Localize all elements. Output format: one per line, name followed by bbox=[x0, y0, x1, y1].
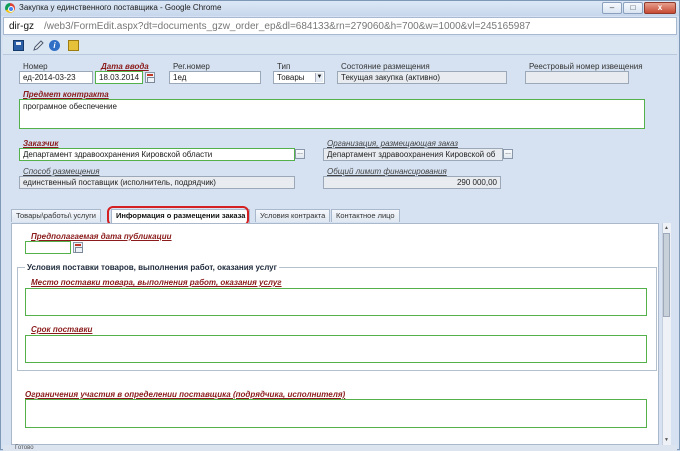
tab-tovary[interactable]: Товары\работы\ услуги bbox=[11, 209, 101, 222]
data-vvoda-label: Дата ввода bbox=[101, 62, 149, 71]
window-title: Закупка у единственного поставщика - Goo… bbox=[19, 3, 222, 12]
zakazchik-select-button[interactable]: ... bbox=[295, 149, 305, 159]
calendar-icon[interactable] bbox=[145, 72, 155, 83]
nomer-label: Номер bbox=[23, 62, 48, 71]
sposob-field: единственный поставщик (исполнитель, под… bbox=[19, 176, 295, 189]
reestr-label: Реестровый номер извещения bbox=[529, 62, 643, 71]
nomer-input[interactable]: ед-2014-03-23 bbox=[19, 71, 93, 84]
edit-icon[interactable] bbox=[33, 40, 44, 51]
tab-kontakt[interactable]: Контактное лицо bbox=[331, 209, 400, 222]
url-domain: dir-gz bbox=[9, 21, 35, 32]
reestr-field bbox=[525, 71, 629, 84]
srok-label: Срок поставки bbox=[31, 325, 93, 334]
tip-label: Тип bbox=[277, 62, 291, 71]
close-button[interactable]: x bbox=[644, 2, 676, 14]
export-icon[interactable] bbox=[68, 40, 79, 51]
info-icon[interactable]: i bbox=[49, 40, 60, 51]
limit-field: 290 000,00 bbox=[323, 176, 501, 189]
predmet-label: Предмет контракта bbox=[23, 90, 109, 99]
save-icon[interactable] bbox=[13, 40, 24, 51]
zakazchik-input[interactable]: Департамент здравоохранения Кировской об… bbox=[19, 148, 295, 161]
scroll-down-icon[interactable]: ▼ bbox=[663, 436, 670, 444]
ogranicheniya-textarea[interactable] bbox=[25, 399, 647, 428]
title-bar: Закупка у единственного поставщика - Goo… bbox=[1, 1, 679, 16]
sposob-label: Способ размещения bbox=[23, 167, 100, 176]
reg-nomer-label: Рег.номер bbox=[173, 62, 210, 71]
calendar-icon[interactable] bbox=[73, 242, 83, 253]
fieldset-legend: Условия поставки товаров, выполнения раб… bbox=[25, 263, 279, 272]
limit-label: Общий лимит финансирования bbox=[327, 167, 447, 176]
scroll-thumb[interactable] bbox=[663, 233, 670, 317]
address-bar[interactable]: dir-gz /web3/FormEdit.aspx?dt=documents_… bbox=[3, 17, 677, 35]
tab-usloviya[interactable]: Условия контракта bbox=[255, 209, 331, 222]
data-vvoda-input[interactable]: 18.03.2014 bbox=[95, 71, 143, 84]
status-bar: Готово bbox=[3, 445, 677, 451]
minimize-button[interactable]: – bbox=[602, 2, 622, 14]
chevron-down-icon: ▼ bbox=[315, 73, 323, 82]
main-form: Номер Дата ввода Рег.номер Тип Состояние… bbox=[3, 56, 677, 212]
pub-date-label: Предполагаемая дата публикации bbox=[31, 232, 172, 241]
organizatsiya-label: Организация, размещающая заказ bbox=[327, 139, 458, 148]
maximize-button[interactable]: □ bbox=[623, 2, 643, 14]
mesto-textarea[interactable] bbox=[25, 288, 647, 316]
mesto-label: Место поставки товара, выполнения работ,… bbox=[31, 278, 282, 287]
form-toolbar: i bbox=[3, 37, 677, 55]
sostoyanie-label: Состояние размещения bbox=[341, 62, 430, 71]
tip-select[interactable]: Товары ▼ bbox=[273, 71, 325, 84]
reg-nomer-input[interactable]: 1ед bbox=[169, 71, 261, 84]
organizatsiya-field: Департамент здравоохранения Кировской об bbox=[323, 148, 503, 161]
chrome-icon bbox=[5, 3, 15, 13]
pub-date-input[interactable] bbox=[25, 241, 71, 254]
predmet-textarea[interactable]: програмное обеспечение bbox=[19, 99, 645, 129]
zakazchik-label: Заказчик bbox=[23, 139, 59, 148]
sostoyanie-field: Текущая закупка (активно) bbox=[337, 71, 507, 84]
organizatsiya-select-button[interactable]: ... bbox=[503, 149, 513, 159]
srok-textarea[interactable] bbox=[25, 335, 647, 363]
browser-window: Закупка у единственного поставщика - Goo… bbox=[0, 0, 680, 451]
ogranicheniya-label: Ограничения участия в определении постав… bbox=[25, 390, 346, 399]
tip-select-value: Товары bbox=[277, 73, 305, 82]
scroll-up-icon[interactable]: ▲ bbox=[663, 224, 670, 232]
url-path: /web3/FormEdit.aspx?dt=documents_gzw_ord… bbox=[44, 21, 531, 32]
